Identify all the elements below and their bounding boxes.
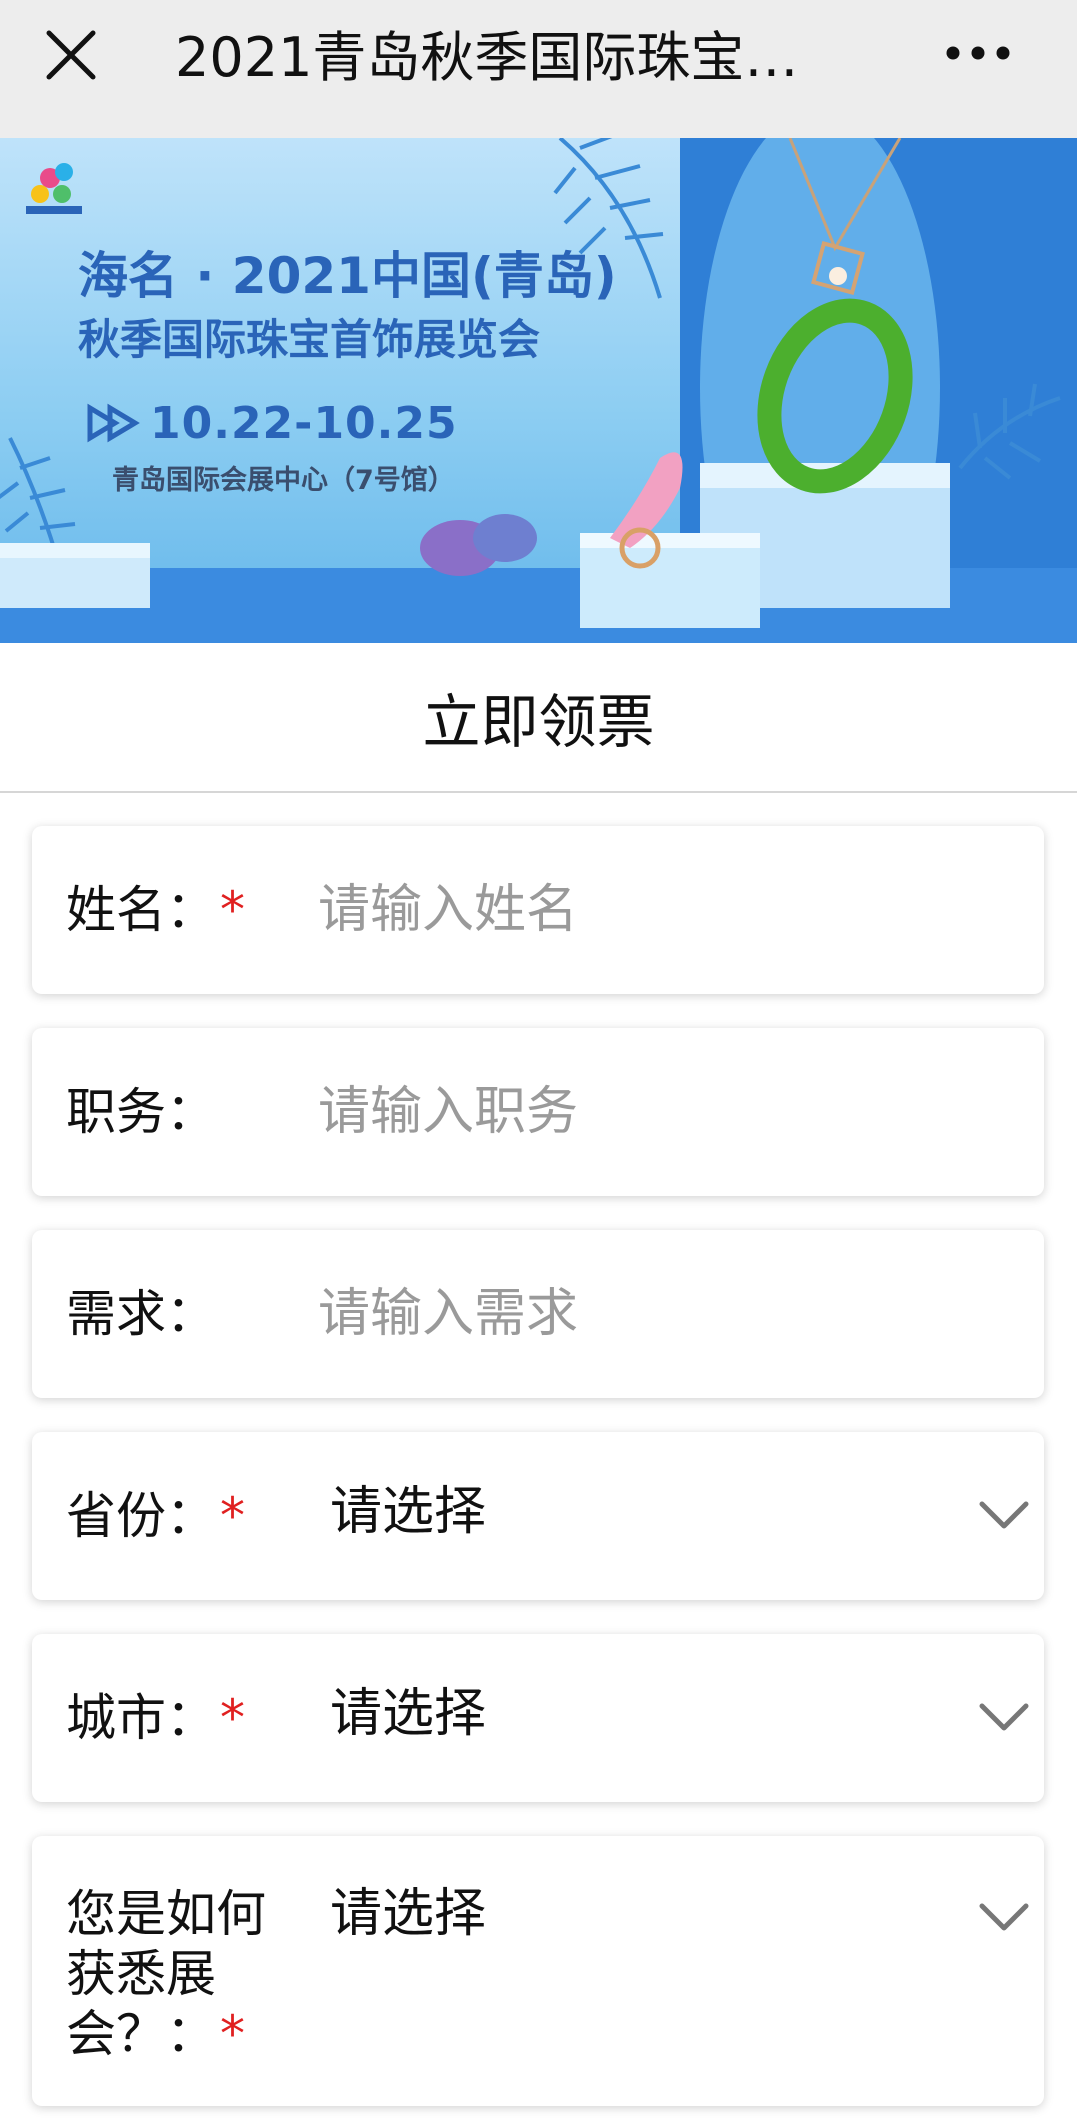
need-label: 需求： xyxy=(66,1285,216,1343)
position-field-card: 职务： xyxy=(32,1028,1044,1196)
need-field-card: 需求： xyxy=(32,1230,1044,1398)
province-select-value: 请选择 xyxy=(330,1482,487,1542)
banner-venue: 青岛国际会展中心（7号馆） xyxy=(112,465,455,496)
more-button[interactable] xyxy=(940,26,1016,80)
name-input[interactable] xyxy=(318,870,978,950)
page-title: 2021青岛秋季国际珠宝… xyxy=(175,26,799,89)
need-input[interactable] xyxy=(318,1274,978,1354)
source-label: 您是如何获悉展会？：* xyxy=(66,1884,286,2064)
city-label-text: 城市： xyxy=(66,1689,216,1747)
chevron-down-icon xyxy=(979,1501,1029,1529)
name-label-text: 姓名： xyxy=(66,881,216,939)
city-select[interactable]: 城市：* 请选择 xyxy=(32,1634,1044,1802)
event-banner: 海名 · 2021中国(青岛) 秋季国际珠宝首饰展览会 10.22-10.25 … xyxy=(0,138,1077,643)
province-label: 省份：* xyxy=(66,1486,245,1546)
banner-illustration xyxy=(0,138,1077,643)
section-title: 立即领票 xyxy=(0,643,1077,793)
required-mark: * xyxy=(220,881,245,939)
name-label: 姓名：* xyxy=(66,880,245,940)
city-select-value: 请选择 xyxy=(330,1684,487,1744)
banner-date: 10.22-10.25 xyxy=(150,398,458,449)
city-label: 城市：* xyxy=(66,1688,245,1748)
close-button[interactable] xyxy=(38,22,104,88)
more-dots-icon xyxy=(946,46,1010,60)
source-select-value: 请选择 xyxy=(330,1884,487,1944)
province-label-text: 省份： xyxy=(66,1487,216,1545)
banner-title-line1: 海名 · 2021中国(青岛) xyxy=(78,247,617,305)
expo-logo xyxy=(26,163,82,214)
chevron-down-icon xyxy=(979,1903,1029,1931)
banner-title-line2: 秋季国际珠宝首饰展览会 xyxy=(78,315,541,364)
close-icon xyxy=(46,30,96,80)
required-mark: * xyxy=(220,2005,245,2063)
required-mark: * xyxy=(220,1689,245,1747)
source-select[interactable]: 您是如何获悉展会？：* 请选择 xyxy=(32,1836,1044,2106)
position-label: 职务： xyxy=(66,1083,216,1141)
top-nav-bar: 2021青岛秋季国际珠宝… xyxy=(0,0,1077,138)
name-field-card: 姓名：* xyxy=(32,826,1044,994)
position-input[interactable] xyxy=(318,1072,978,1152)
required-mark: * xyxy=(220,1487,245,1545)
province-select[interactable]: 省份：* 请选择 xyxy=(32,1432,1044,1600)
chevron-down-icon xyxy=(979,1703,1029,1731)
